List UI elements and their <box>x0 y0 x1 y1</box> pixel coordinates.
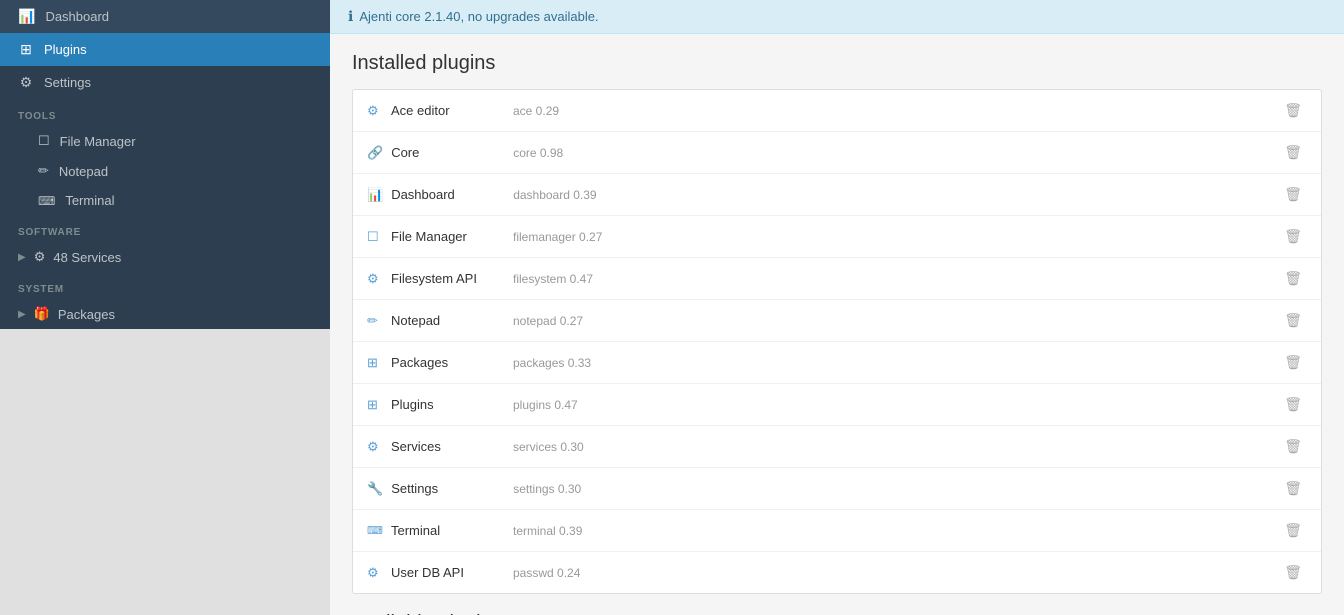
plugin-row-user-db-api: ⚙ User DB API passwd 0.24 🗑 <box>353 552 1321 593</box>
installed-plugins-list: ⚙ Ace editor ace 0.29 🗑 🔗 Core core 0.98… <box>352 89 1322 594</box>
software-section-label: SOFTWARE <box>0 215 330 242</box>
plugin-row-dashboard: 📊 Dashboard dashboard 0.39 🗑 <box>353 174 1321 216</box>
sidebar-services-label: 48 Services <box>53 250 121 265</box>
sidebar-bottom-area <box>0 329 330 615</box>
packages-plugin-icon: ⊞ <box>367 355 383 371</box>
plugin-row-terminal: ⌨ Terminal terminal 0.39 🗑 <box>353 510 1321 552</box>
filesystem-api-name: Filesystem API <box>391 271 501 286</box>
services-icon: ⚙ <box>34 249 46 265</box>
plugins-delete-button[interactable]: 🗑 <box>1279 394 1307 415</box>
dashboard-delete-button[interactable]: 🗑 <box>1279 184 1307 205</box>
sidebar-item-terminal[interactable]: ⌨ Terminal <box>0 186 330 215</box>
notepad-delete-button[interactable]: 🗑 <box>1279 310 1307 331</box>
main-content: ℹ Ajenti core 2.1.40, no upgrades availa… <box>330 0 1344 615</box>
core-icon: 🔗 <box>367 145 383 161</box>
plugins-plugin-icon: ⊞ <box>367 397 383 413</box>
packages-plugin-slug: packages 0.33 <box>513 356 591 370</box>
file-manager-plugin-icon: ☐ <box>367 229 383 245</box>
user-db-api-slug: passwd 0.24 <box>513 566 580 580</box>
packages-delete-button[interactable]: 🗑 <box>1279 352 1307 373</box>
plugin-row-filesystem-api: ⚙ Filesystem API filesystem 0.47 🗑 <box>353 258 1321 300</box>
sidebar-item-plugins[interactable]: ⊞ Plugins <box>0 33 330 66</box>
plugins-icon: ⊞ <box>18 41 34 58</box>
plugins-plugin-name: Plugins <box>391 397 501 412</box>
filesystem-api-delete-button[interactable]: 🗑 <box>1279 268 1307 289</box>
ace-editor-delete-button[interactable]: 🗑 <box>1279 100 1307 121</box>
user-db-api-delete-button[interactable]: 🗑 <box>1279 562 1307 583</box>
content-area: Installed plugins ⚙ Ace editor ace 0.29 … <box>330 34 1344 615</box>
plugin-row-services: ⚙ Services services 0.30 🗑 <box>353 426 1321 468</box>
sidebar-item-dashboard[interactable]: 📊 Dashboard <box>0 0 330 33</box>
settings-plugin-icon: 🔧 <box>367 481 383 497</box>
notepad-plugin-slug: notepad 0.27 <box>513 314 583 328</box>
packages-plugin-name: Packages <box>391 355 501 370</box>
system-section-label: SYSTEM <box>0 272 330 299</box>
sidebar-file-manager-label: File Manager <box>60 134 136 149</box>
installed-plugins-title: Installed plugins <box>352 52 1322 75</box>
ace-editor-name: Ace editor <box>391 103 501 118</box>
settings-plugin-slug: settings 0.30 <box>513 482 581 496</box>
info-bar: ℹ Ajenti core 2.1.40, no upgrades availa… <box>330 0 1344 34</box>
file-manager-icon: ☐ <box>38 133 50 149</box>
packages-arrow-icon: ▶ <box>18 309 26 320</box>
settings-icon: ⚙ <box>18 74 34 91</box>
plugin-row-settings: 🔧 Settings settings 0.30 🗑 <box>353 468 1321 510</box>
sidebar: 📊 Dashboard ⊞ Plugins ⚙ Settings TOOLS ☐… <box>0 0 330 615</box>
terminal-icon: ⌨ <box>38 194 55 208</box>
sidebar-item-file-manager[interactable]: ☐ File Manager <box>0 126 330 156</box>
sidebar-item-dashboard-label: Dashboard <box>45 9 109 24</box>
filesystem-api-slug: filesystem 0.47 <box>513 272 593 286</box>
packages-icon: 🎁 <box>34 306 50 322</box>
sidebar-item-settings-label: Settings <box>44 75 91 90</box>
dashboard-plugin-icon: 📊 <box>367 187 383 203</box>
plugin-row-notepad: ✏ Notepad notepad 0.27 🗑 <box>353 300 1321 342</box>
sidebar-item-settings[interactable]: ⚙ Settings <box>0 66 330 99</box>
plugins-plugin-slug: plugins 0.47 <box>513 398 578 412</box>
tools-section-label: TOOLS <box>0 99 330 126</box>
notepad-plugin-name: Notepad <box>391 313 501 328</box>
core-name: Core <box>391 145 501 160</box>
info-icon: ℹ <box>348 8 353 25</box>
sidebar-notepad-label: Notepad <box>59 164 108 179</box>
services-plugin-name: Services <box>391 439 501 454</box>
file-manager-plugin-name: File Manager <box>391 229 501 244</box>
plugin-row-core: 🔗 Core core 0.98 🗑 <box>353 132 1321 174</box>
dashboard-plugin-name: Dashboard <box>391 187 501 202</box>
terminal-delete-button[interactable]: 🗑 <box>1279 520 1307 541</box>
notepad-plugin-icon: ✏ <box>367 313 383 329</box>
sidebar-item-notepad[interactable]: ✏ Notepad <box>0 156 330 186</box>
terminal-plugin-icon: ⌨ <box>367 524 383 537</box>
plugin-row-packages: ⊞ Packages packages 0.33 🗑 <box>353 342 1321 384</box>
plugin-row-file-manager: ☐ File Manager filemanager 0.27 🗑 <box>353 216 1321 258</box>
sidebar-item-services[interactable]: ▶ ⚙ 48 Services <box>0 242 330 272</box>
filesystem-api-icon: ⚙ <box>367 271 383 287</box>
plugin-row-ace-editor: ⚙ Ace editor ace 0.29 🗑 <box>353 90 1321 132</box>
file-manager-plugin-slug: filemanager 0.27 <box>513 230 602 244</box>
notepad-icon: ✏ <box>38 163 49 179</box>
core-slug: core 0.98 <box>513 146 563 160</box>
ace-editor-icon: ⚙ <box>367 103 383 119</box>
plugin-row-plugins: ⊞ Plugins plugins 0.47 🗑 <box>353 384 1321 426</box>
dashboard-icon: 📊 <box>18 8 35 25</box>
dashboard-plugin-slug: dashboard 0.39 <box>513 188 596 202</box>
sidebar-item-packages[interactable]: ▶ 🎁 Packages <box>0 299 330 329</box>
services-arrow-icon: ▶ <box>18 252 26 263</box>
services-plugin-slug: services 0.30 <box>513 440 584 454</box>
terminal-plugin-name: Terminal <box>391 523 501 538</box>
services-plugin-icon: ⚙ <box>367 439 383 455</box>
sidebar-packages-label: Packages <box>58 307 115 322</box>
user-db-api-name: User DB API <box>391 565 501 580</box>
sidebar-terminal-label: Terminal <box>65 193 114 208</box>
user-db-api-icon: ⚙ <box>367 565 383 581</box>
info-bar-message: Ajenti core 2.1.40, no upgrades availabl… <box>359 9 598 24</box>
file-manager-delete-button[interactable]: 🗑 <box>1279 226 1307 247</box>
ace-editor-slug: ace 0.29 <box>513 104 559 118</box>
settings-plugin-name: Settings <box>391 481 501 496</box>
terminal-plugin-slug: terminal 0.39 <box>513 524 582 538</box>
settings-delete-button[interactable]: 🗑 <box>1279 478 1307 499</box>
core-delete-button[interactable]: 🗑 <box>1279 142 1307 163</box>
sidebar-item-plugins-label: Plugins <box>44 42 87 57</box>
services-delete-button[interactable]: 🗑 <box>1279 436 1307 457</box>
